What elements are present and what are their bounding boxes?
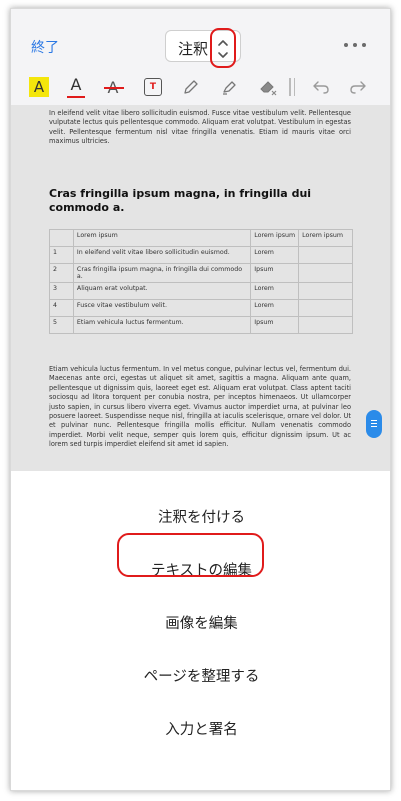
table-cell [298,282,353,300]
table-cell: 2 [49,263,74,283]
table-cell: Ipsum [250,316,300,334]
menu-item-edit-image[interactable]: 画像を編集 [11,607,390,637]
eraser-icon[interactable] [254,73,282,101]
table-cell [49,229,74,247]
annotation-toolbar: A A A T [11,73,390,103]
done-button[interactable]: 終了 [31,37,59,57]
undo-icon[interactable] [307,73,335,101]
table-cell: 1 [49,246,74,264]
table-cell: Lorem [250,299,300,317]
app-window: 終了 注釈 A A A [10,8,391,791]
mode-switch-updown-icon[interactable] [210,28,236,68]
marker-icon[interactable] [215,73,243,101]
text-color-icon[interactable]: A [62,73,90,101]
table-cell [298,263,353,283]
menu-item-fill-sign[interactable]: 入力と署名 [11,713,390,743]
edit-mode-menu: 注釈を付ける テキストの編集 画像を編集 ページを整理する 入力と署名 [11,471,390,790]
edit-text-highlight-box [117,533,264,577]
document-view[interactable]: In eleifend velit vitae libero sollicitu… [11,105,390,471]
table-cell: 5 [49,316,74,334]
highlight-letter: A [33,78,45,96]
table-cell: Ipsum [250,263,300,283]
pencil-icon[interactable] [177,73,205,101]
table-row: 4 Fusce vitae vestibulum velit. Lorem [49,299,353,317]
table-row: 1 In eleifend velit vitae libero sollici… [49,246,353,264]
table-cell: Etiam vehicula luctus fermentum. [72,316,252,334]
table-cell: 3 [49,282,74,300]
scroll-handle[interactable] [366,410,382,438]
document-paragraph-2: Etiam vehicula luctus fermentum. In vel … [49,365,351,449]
table-cell: Lorem [250,246,300,264]
table-cell: In eleifend velit vitae libero sollicitu… [72,246,252,264]
strikethrough-icon[interactable]: A [99,73,127,101]
toolbar-divider [287,73,297,101]
document-heading: Cras fringilla ipsum magna, in fringilla… [49,187,312,214]
menu-item-organize-pages[interactable]: ページを整理する [11,660,390,690]
table-cell: Aliquam erat volutpat. [72,282,252,300]
text-box-icon[interactable]: T [139,73,167,101]
table-cell: Cras fringilla ipsum magna, in fringilla… [72,263,252,283]
table-cell: Lorem [250,282,300,300]
table-cell: Lorem ipsum [72,229,252,247]
table-cell [298,316,353,334]
table-cell: Fusce vitae vestibulum velit. [72,299,252,317]
redo-icon[interactable] [344,73,372,101]
mode-label: 注釈 [178,40,209,58]
more-horizontal-icon[interactable] [344,43,368,49]
table-row: 2 Cras fringilla ipsum magna, in fringil… [49,263,353,283]
document-table: Lorem ipsum Lorem ipsum Lorem ipsum 1 In… [49,229,353,334]
text-color-letter: A [70,74,82,94]
table-header-row: Lorem ipsum Lorem ipsum Lorem ipsum [49,229,353,247]
document-page: In eleifend velit vitae libero sollicitu… [11,105,390,471]
table-cell: 4 [49,299,74,317]
chevron-up-down-icon [218,40,228,58]
table-cell [298,246,353,264]
top-bar: 終了 注釈 [11,9,390,77]
table-cell: Lorem ipsum [250,229,300,247]
table-row: 5 Etiam vehicula luctus fermentum. Ipsum [49,316,353,334]
table-row: 3 Aliquam erat volutpat. Lorem [49,282,353,300]
textbox-letter: T [149,82,157,92]
table-cell: Lorem ipsum [298,229,353,247]
table-cell [298,299,353,317]
document-paragraph-1: In eleifend velit vitae libero sollicitu… [49,109,351,146]
menu-item-annotate[interactable]: 注釈を付ける [11,501,390,531]
highlight-icon[interactable]: A [25,73,53,101]
